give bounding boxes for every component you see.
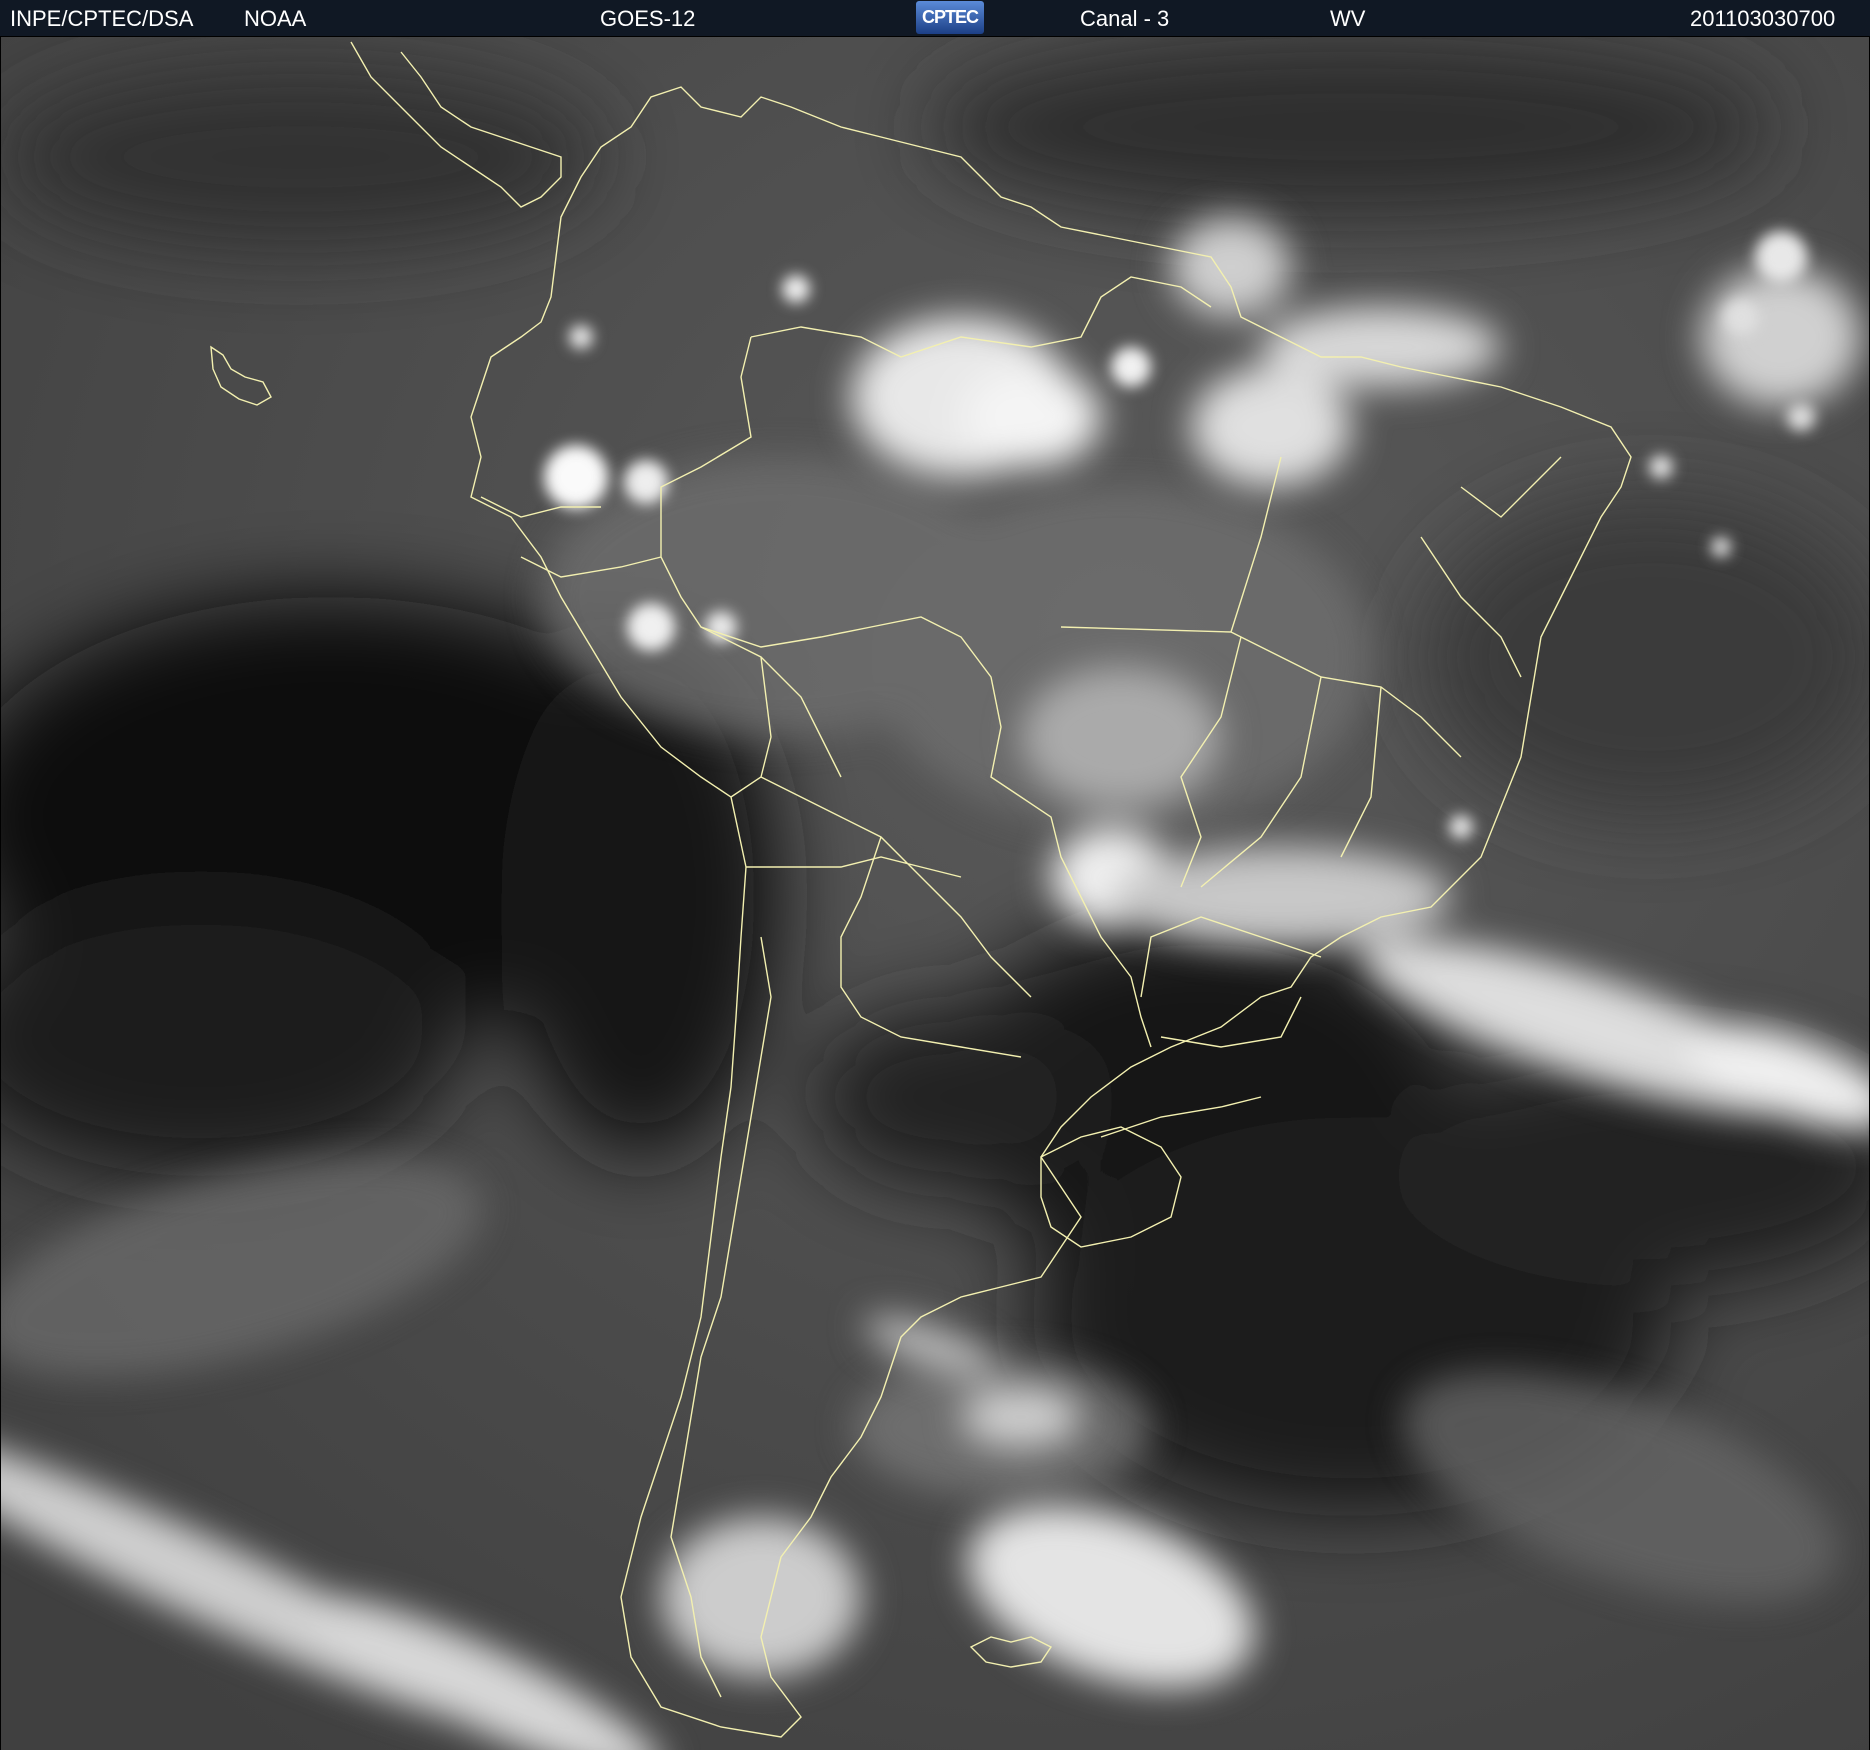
cptec-logo: CPTEC (916, 1, 984, 34)
agency-label: INPE/CPTEC/DSA (10, 6, 194, 31)
timestamp-label: 201103030700 (1690, 6, 1836, 31)
satellite-image (1, 37, 1869, 1750)
product-label: WV (1330, 6, 1366, 31)
water-vapor-map (1, 37, 1869, 1750)
header-bar: INPE/CPTEC/DSA NOAA GOES-12 CPTEC Canal … (0, 0, 1870, 36)
source-label: NOAA (244, 6, 307, 31)
channel-label: Canal - 3 (1080, 6, 1170, 31)
satellite-label: GOES-12 (600, 6, 696, 31)
